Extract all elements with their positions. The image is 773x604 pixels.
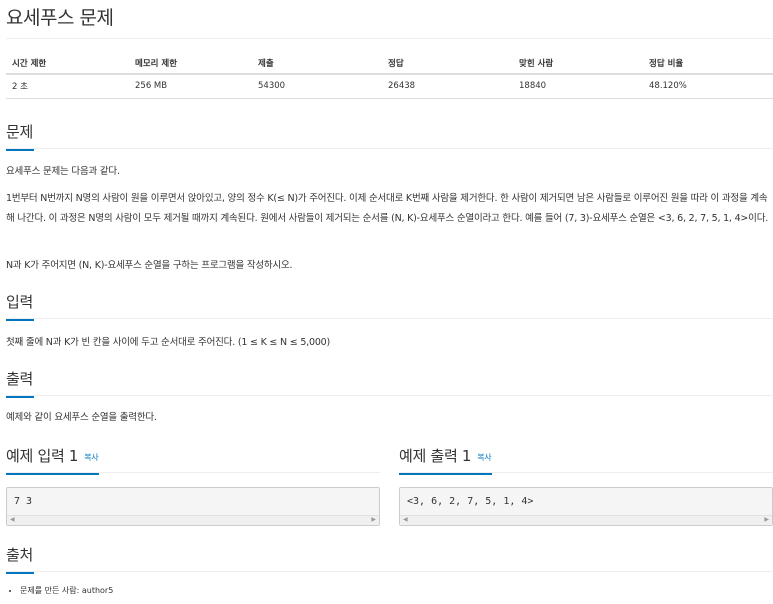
problem-info-table: 시간 제한 메모리 제한 제출 정답 맞힌 사람 정답 비율 2 초 256 M… — [6, 52, 773, 99]
copy-sample-output-link[interactable]: 복사 — [477, 453, 491, 462]
value-accept-ratio: 48.120% — [643, 74, 773, 99]
header-accepted: 정답 — [382, 52, 513, 75]
problem-paragraph-1: 요세푸스 문제는 다음과 같다. — [6, 166, 120, 177]
sample-input-heading-underline — [6, 473, 99, 475]
sample-output-divider — [399, 472, 773, 473]
header-solvers: 맞힌 사람 — [513, 52, 643, 75]
value-memory-limit: 256 MB — [129, 74, 252, 99]
title-divider — [6, 38, 773, 39]
sample-input-code: 7 3 — [14, 496, 33, 507]
input-heading: 입력 — [6, 291, 34, 321]
source-divider — [6, 571, 773, 572]
header-time-limit: 시간 제한 — [6, 52, 129, 75]
problem-paragraph-2: 1번부터 N번까지 N명의 사람이 원을 이루면서 앉아있고, 양의 정수 K(… — [6, 193, 769, 224]
table-header-row: 시간 제한 메모리 제한 제출 정답 맞힌 사람 정답 비율 — [6, 52, 773, 75]
value-solvers: 18840 — [513, 74, 643, 99]
input-heading-text: 입력 — [6, 293, 34, 311]
source-list: 문제를 만든 사람: author5 — [20, 585, 113, 596]
sample-input-heading: 예제 입력 1 복사 — [6, 445, 99, 475]
page-title: 요세푸스 문제 — [6, 7, 114, 29]
sample-output-scrollbar[interactable]: ◀ ▶ — [400, 515, 772, 525]
problem-heading-underline — [6, 149, 34, 151]
sample-input-box[interactable]: 7 3 ◀ ▶ — [6, 487, 380, 526]
value-submissions: 54300 — [252, 74, 382, 99]
header-submissions: 제출 — [252, 52, 382, 75]
sample-input-heading-text: 예제 입력 1 — [6, 447, 79, 465]
problem-divider — [6, 148, 773, 149]
output-divider — [6, 395, 773, 396]
header-accept-ratio: 정답 비율 — [643, 52, 773, 75]
problem-paragraph-3: N과 K가 주어지면 (N, K)-요세푸스 순열을 구하는 프로그램을 작성하… — [6, 260, 293, 271]
input-text: 첫째 줄에 N과 K가 빈 칸을 사이에 두고 순서대로 주어진다. (1 ≤ … — [6, 337, 331, 348]
problem-heading-text: 문제 — [6, 123, 34, 141]
sample-output-box[interactable]: <3, 6, 2, 7, 5, 1, 4> ◀ ▶ — [399, 487, 773, 526]
sample-output-code: <3, 6, 2, 7, 5, 1, 4> — [407, 496, 534, 507]
header-memory-limit: 메모리 제한 — [129, 52, 252, 75]
sample-output-heading-underline — [399, 473, 492, 475]
scroll-left-arrow-icon[interactable]: ◀ — [10, 516, 15, 524]
source-heading: 출처 — [6, 544, 34, 574]
sample-output-heading: 예제 출력 1 복사 — [399, 445, 492, 475]
output-text: 예제와 같이 요세푸스 순열을 출력한다. — [6, 412, 157, 423]
output-heading: 출력 — [6, 368, 34, 398]
output-heading-text: 출력 — [6, 370, 34, 388]
value-time-limit: 2 초 — [6, 74, 129, 99]
sample-output-heading-text: 예제 출력 1 — [399, 447, 472, 465]
sample-input-scrollbar[interactable]: ◀ ▶ — [7, 515, 379, 525]
list-item: 문제를 만든 사람: author5 — [20, 585, 113, 596]
scroll-left-arrow-icon[interactable]: ◀ — [403, 516, 408, 524]
sample-input-divider — [6, 472, 380, 473]
input-divider — [6, 318, 773, 319]
output-heading-underline — [6, 396, 34, 398]
source-heading-underline — [6, 572, 34, 574]
table-row: 2 초 256 MB 54300 26438 18840 48.120% — [6, 74, 773, 99]
copy-sample-input-link[interactable]: 복사 — [84, 453, 98, 462]
scroll-right-arrow-icon[interactable]: ▶ — [764, 516, 769, 524]
input-heading-underline — [6, 319, 34, 321]
value-accepted: 26438 — [382, 74, 513, 99]
source-heading-text: 출처 — [6, 546, 34, 564]
scroll-right-arrow-icon[interactable]: ▶ — [371, 516, 376, 524]
problem-heading: 문제 — [6, 121, 34, 151]
